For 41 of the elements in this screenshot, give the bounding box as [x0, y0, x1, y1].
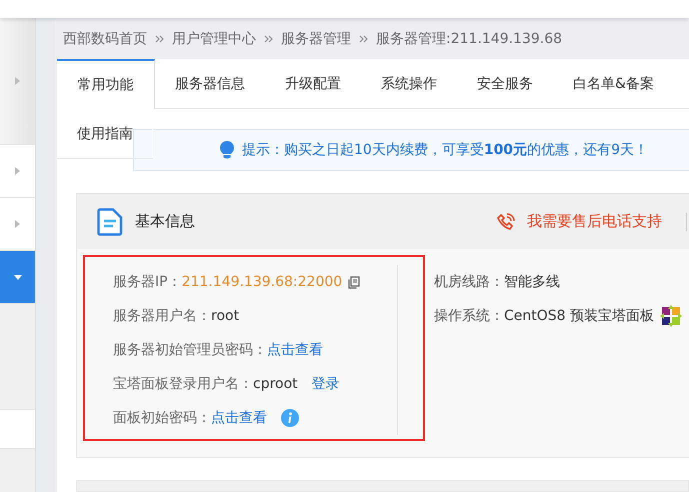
pinwheel-logo-icon [660, 305, 682, 327]
field-label: 服务器IP： [113, 273, 182, 291]
field-label: 宝塔面板登录用户名： [113, 375, 253, 393]
tab[interactable]: 服务器信息 [155, 59, 265, 109]
tab[interactable]: 白名单&备案 [553, 59, 689, 109]
field-value: cproot [253, 376, 298, 392]
chevron-icon [359, 34, 368, 42]
document-icon [97, 208, 123, 236]
notice-text: 提示：购买之日起10天内续费，可享受100元的优惠，还有9天！ [242, 141, 648, 159]
chevron-icon [264, 34, 273, 42]
tab[interactable]: 升级配置 [265, 59, 361, 109]
sidebar-item[interactable] [0, 251, 35, 304]
field-label: 操作系统： [434, 307, 504, 325]
phone-icon [497, 212, 515, 230]
tab[interactable]: 常用功能 [57, 59, 155, 109]
tab[interactable]: 安全服务 [457, 59, 553, 109]
caret-right-icon [15, 220, 20, 228]
field-value: root [211, 308, 240, 324]
field-value: CentOS8 预装宝塔面板 [504, 307, 654, 325]
field-label: 服务器初始管理员密码： [113, 341, 267, 359]
breadcrumb-link[interactable]: 用户管理中心 [172, 30, 256, 48]
chevron-icon [155, 34, 164, 42]
field-label: 面板初始密码： [113, 409, 211, 427]
breadcrumb-link[interactable]: 西部数码首页 [63, 30, 147, 48]
copy-icon[interactable] [348, 276, 360, 288]
support-link[interactable]: 我需要售后电话支持 [527, 212, 662, 231]
login-link[interactable]: 登录 [312, 375, 340, 393]
view-link[interactable]: 点击查看 [267, 341, 323, 359]
ip-address: 211.149.139.68:22000 [182, 274, 342, 290]
caret-right-icon [15, 167, 20, 175]
lightbulb-icon [220, 141, 234, 159]
field-label: 服务器用户名： [113, 307, 211, 325]
caret-right-icon [15, 77, 20, 85]
view-link[interactable]: 点击查看 [211, 409, 267, 427]
field-value: 智能多线 [504, 273, 560, 291]
card-title: 基本信息 [135, 212, 195, 231]
caret-down-icon [14, 274, 22, 280]
info-icon[interactable] [281, 409, 299, 427]
tab[interactable]: 系统操作 [361, 59, 457, 109]
breadcrumb-link[interactable]: 服务器管理 [281, 30, 351, 48]
field-label: 机房线路： [434, 273, 504, 291]
